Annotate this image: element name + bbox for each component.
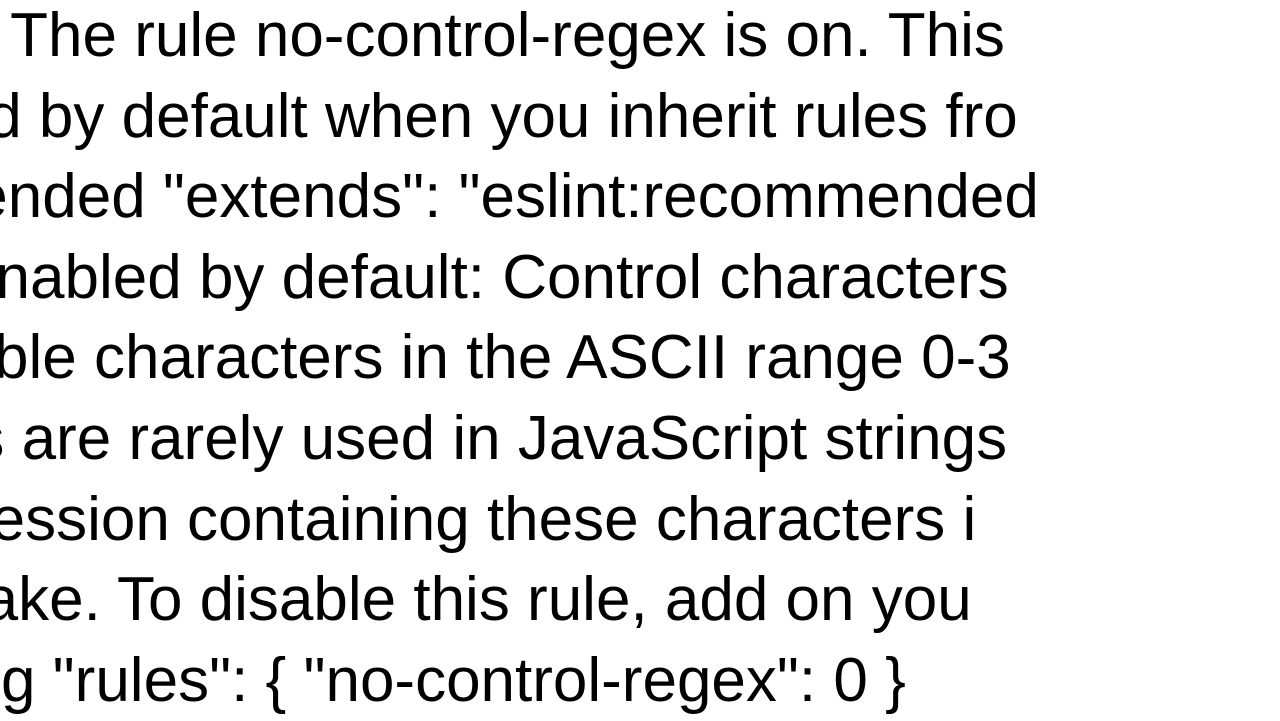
- text-line: mistake. To disable this rule, add on yo…: [0, 560, 1039, 641]
- text-line: nvisible characters in the ASCII range 0…: [0, 318, 1039, 399]
- text-line: expression containing these characters i: [0, 480, 1039, 561]
- text-line: abled by default when you inherit rules …: [0, 77, 1039, 158]
- text-line: config "rules": { "no-control-regex": 0 …: [0, 641, 1039, 721]
- text-line: it's enabled by default: Control charact…: [0, 238, 1039, 319]
- text-line: er 1: The rule no-control-regex is on. T…: [0, 0, 1039, 77]
- text-line: mmended "extends": "eslint:recommended: [0, 157, 1039, 238]
- document-text: er 1: The rule no-control-regex is on. T…: [0, 0, 1039, 721]
- text-line: cters are rarely used in JavaScript stri…: [0, 399, 1039, 480]
